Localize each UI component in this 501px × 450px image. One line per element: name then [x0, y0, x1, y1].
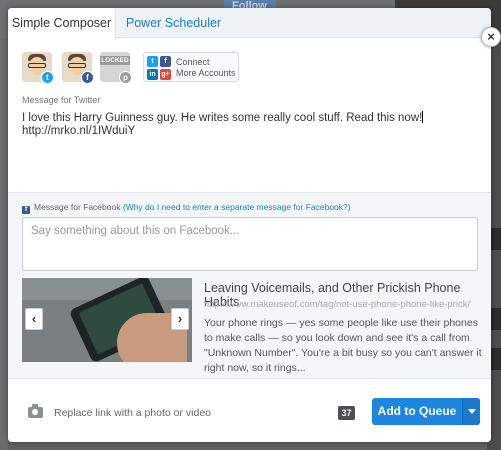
facebook-message-input[interactable]: Say something about this on Facebook... [22, 217, 478, 271]
camera-icon[interactable] [28, 404, 43, 418]
social-icons: t f in g+ [147, 56, 173, 80]
composer-modal: Simple Composer Power Scheduler t f LOCK… [8, 8, 491, 442]
queue-options-dropdown[interactable] [462, 398, 480, 425]
linkedin-small-icon: in [147, 69, 158, 80]
twitter-small-icon: t [147, 56, 158, 67]
twitter-message-label: Message for Twitter [22, 95, 101, 105]
add-to-queue-label: Add to Queue [377, 404, 457, 418]
facebook-small-icon: f [160, 56, 171, 67]
link-preview-description[interactable]: Your phone rings — yes some people like … [204, 316, 484, 376]
facebook-section: f Message for Facebook (Why do I need to … [8, 192, 491, 378]
character-count-badge: 37 [338, 406, 355, 420]
previous-image-button[interactable]: ‹ [25, 308, 43, 330]
why-separate-message-link[interactable]: (Why do I need to enter a separate messa… [123, 202, 351, 212]
facebook-message-label: f Message for Facebook (Why do I need to … [22, 202, 351, 214]
pinterest-icon: p [119, 71, 132, 84]
connect-more-accounts-button[interactable]: t f in g+ Connect More Accounts [143, 52, 239, 82]
add-to-queue-button[interactable]: Add to Queue [372, 398, 480, 425]
tab-simple-composer[interactable]: Simple Composer [8, 8, 116, 39]
facebook-label-icon: f [22, 206, 30, 214]
twitter-message-input[interactable]: I love this Harry Guinness guy. He write… [22, 111, 482, 138]
tab-power-scheduler[interactable]: Power Scheduler [116, 8, 231, 38]
more-accounts-label: More Accounts [176, 68, 236, 78]
twitter-message-line1: I love this Harry Guinness guy. He write… [22, 112, 423, 124]
composer-tabs: Simple Composer Power Scheduler [8, 8, 491, 39]
link-preview-image: ‹ › [22, 278, 192, 362]
google-plus-small-icon: g+ [160, 69, 171, 80]
connect-label: Connect [176, 57, 210, 67]
next-image-button[interactable]: › [171, 308, 189, 330]
text-cursor [422, 111, 424, 123]
twitter-message-line2: http://mrko.nl/1IWduiY [22, 125, 136, 137]
locked-label: LOCKED [100, 56, 130, 65]
twitter-icon: t [41, 71, 54, 84]
replace-link-with-media-link[interactable]: Replace link with a photo or video [54, 407, 211, 419]
background-left-column [0, 38, 8, 450]
facebook-icon: f [81, 71, 94, 84]
composer-footer: Replace link with a photo or video 37 Ad… [8, 378, 491, 442]
link-preview-url: http://www.makeuseof.com/tag/not-use-pho… [204, 299, 471, 310]
close-modal-button[interactable]: × [481, 27, 501, 47]
facebook-label-text: Message for Facebook [34, 202, 121, 212]
